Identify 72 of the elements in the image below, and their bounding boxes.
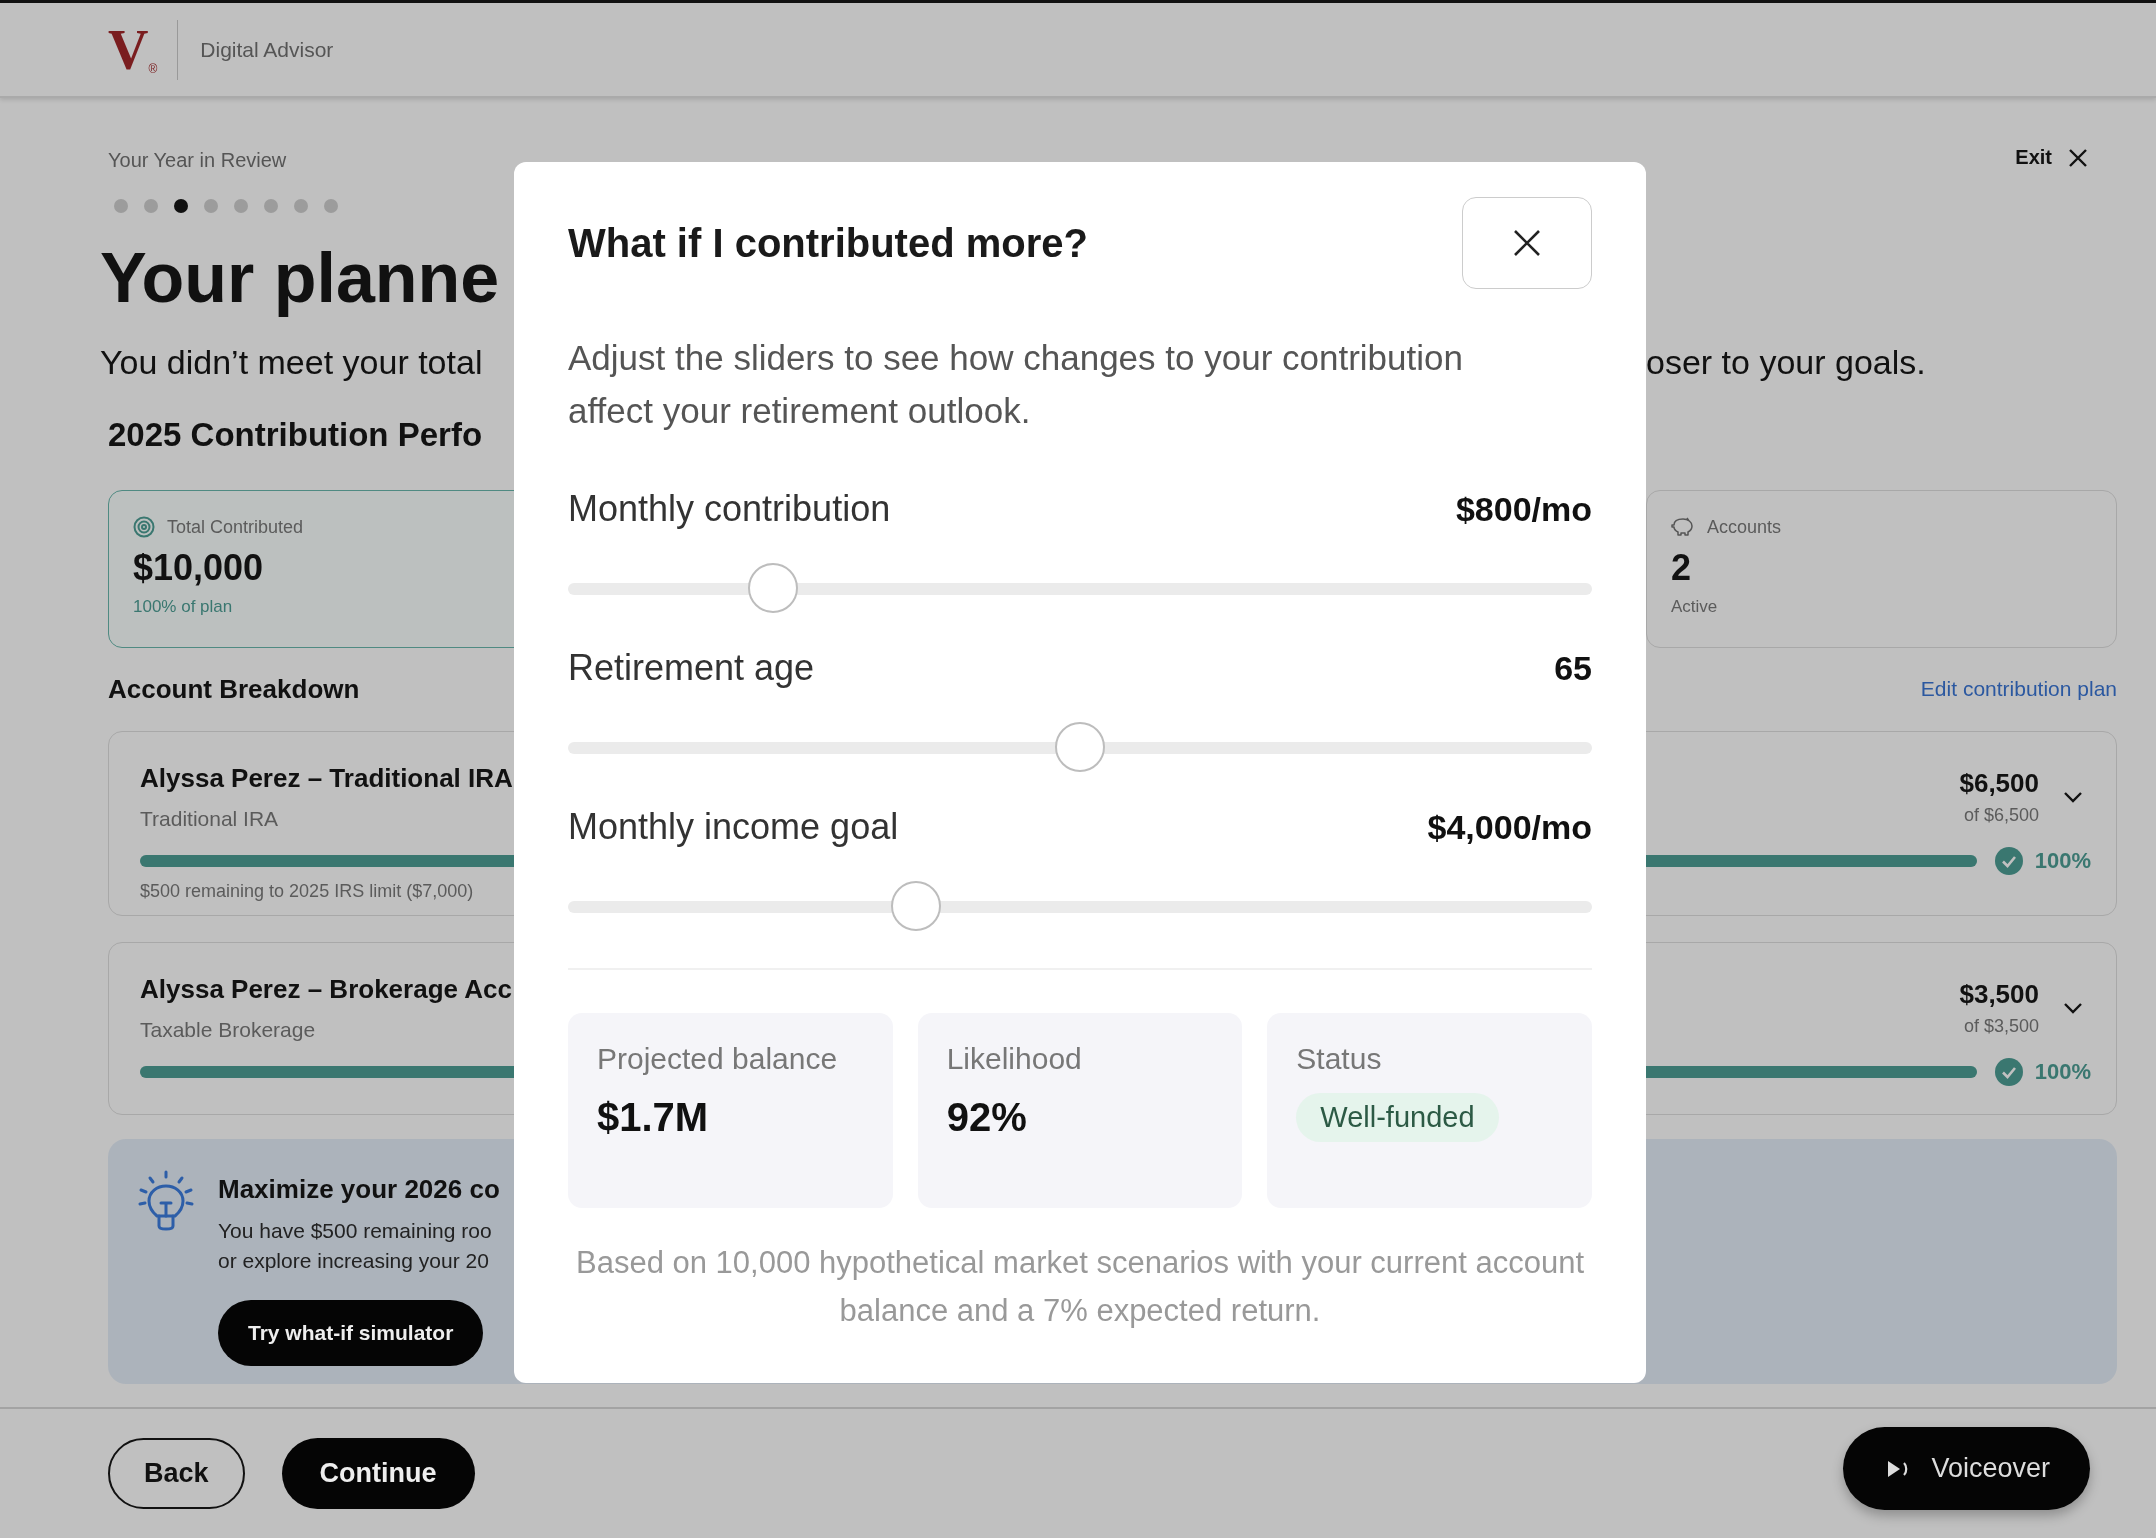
- slider-thumb[interactable]: [1055, 722, 1105, 772]
- account-note: $500 remaining to 2025 IRS limit ($7,000): [140, 880, 475, 903]
- back-button[interactable]: Back: [108, 1438, 245, 1509]
- simulator-button[interactable]: Try what-if simulator: [218, 1300, 484, 1366]
- stat-label: Total Contributed: [167, 516, 304, 539]
- slider-label: Retirement age: [568, 647, 815, 689]
- stat-value: $10,000: [133, 546, 265, 590]
- check-circle-icon: [1994, 1058, 2023, 1086]
- stat-note: Active: [1671, 596, 1719, 618]
- page-headline: Your planne: [100, 238, 500, 319]
- step-dot[interactable]: [114, 199, 128, 213]
- subtitle-text: You didn’t meet your total: [100, 342, 483, 383]
- close-button[interactable]: [1462, 197, 1592, 289]
- slider-value: $4,000/mo: [1427, 807, 1592, 847]
- piggy-bank-icon: [1671, 517, 1695, 537]
- step-dot[interactable]: [294, 199, 308, 213]
- slider-value: 65: [1554, 648, 1592, 688]
- percent-label: 100%: [2034, 1059, 2091, 1085]
- account-target: of $3,500: [1962, 1015, 2039, 1038]
- eyebrow-label: Your Year in Review: [108, 148, 287, 173]
- section-title: 2025 Contribution Perfo: [108, 415, 483, 455]
- dialog-footnote: Based on 10,000 hypothetical market scenarios with your current account balance and a 7% expected return.: [574, 1244, 1586, 1330]
- slider-label: Monthly income goal: [568, 806, 899, 848]
- step-dot[interactable]: [204, 199, 218, 213]
- chevron-down-icon[interactable]: [2063, 1002, 2083, 1014]
- metric-value: 92%: [946, 1094, 1028, 1141]
- account-target: of $6,500: [1962, 804, 2039, 827]
- dialog-description: Adjust the sliders to see how changes to your contribution affect your retirement outlook.: [568, 337, 1464, 432]
- step-dot[interactable]: [144, 199, 158, 213]
- tip-text: You have $500 remaining roo: [218, 1218, 493, 1244]
- metric-value: $1.7M: [597, 1094, 710, 1141]
- metric-label: Status: [1296, 1041, 1383, 1077]
- metric-label: Projected balance: [597, 1041, 839, 1077]
- stat-label: Accounts: [1707, 516, 1782, 539]
- continue-button[interactable]: Continue: [281, 1438, 475, 1509]
- product-name: Digital Advisor: [200, 37, 334, 62]
- tip-title: Maximize your 2026 co: [218, 1173, 500, 1206]
- percent-label: 100%: [2034, 848, 2091, 874]
- edit-plan-link[interactable]: Edit contribution plan: [1920, 672, 2117, 706]
- stat-note: 100% of plan: [133, 596, 234, 618]
- step-dot[interactable]: [174, 199, 188, 213]
- account-name: Alyssa Perez – Traditional IRA: [140, 762, 513, 795]
- step-dot[interactable]: [264, 199, 278, 213]
- slider-thumb[interactable]: [747, 563, 798, 613]
- metric-label: Likelihood: [946, 1041, 1083, 1077]
- status-badge: Well-funded: [1296, 1093, 1499, 1142]
- check-circle-icon: [1994, 847, 2023, 875]
- subtitle-text: oser to your goals.: [1646, 342, 1927, 383]
- target-icon: [133, 516, 155, 538]
- slider-thumb[interactable]: [891, 881, 942, 931]
- account-amount: $6,500: [1959, 767, 2039, 799]
- slider-value: $800/mo: [1455, 489, 1592, 529]
- close-icon: [1512, 228, 1542, 258]
- stat-value: 2: [1671, 546, 1693, 590]
- dialog-title: What if I contributed more?: [568, 220, 1088, 266]
- account-type: Taxable Brokerage: [140, 1017, 317, 1043]
- account-name: Alyssa Perez – Brokerage Acc: [140, 973, 512, 1006]
- chevron-down-icon[interactable]: [2063, 791, 2083, 803]
- slider-label: Monthly contribution: [568, 488, 891, 530]
- play-sound-icon: [1887, 1459, 1910, 1478]
- slider[interactable]: [568, 881, 1592, 933]
- tip-text: or explore increasing your 20: [218, 1248, 490, 1274]
- close-icon: [2068, 147, 2088, 168]
- slider[interactable]: [568, 563, 1592, 615]
- step-dot[interactable]: [234, 199, 248, 213]
- exit-button[interactable]: Exit: [2015, 146, 2088, 169]
- step-dot[interactable]: [324, 199, 338, 213]
- account-amount: $3,500: [1959, 978, 2039, 1010]
- account-type: Traditional IRA: [140, 806, 280, 832]
- slider[interactable]: [568, 722, 1592, 774]
- breakdown-title: Account Breakdown: [108, 673, 360, 706]
- voiceover-button[interactable]: Voiceover: [1843, 1427, 2090, 1510]
